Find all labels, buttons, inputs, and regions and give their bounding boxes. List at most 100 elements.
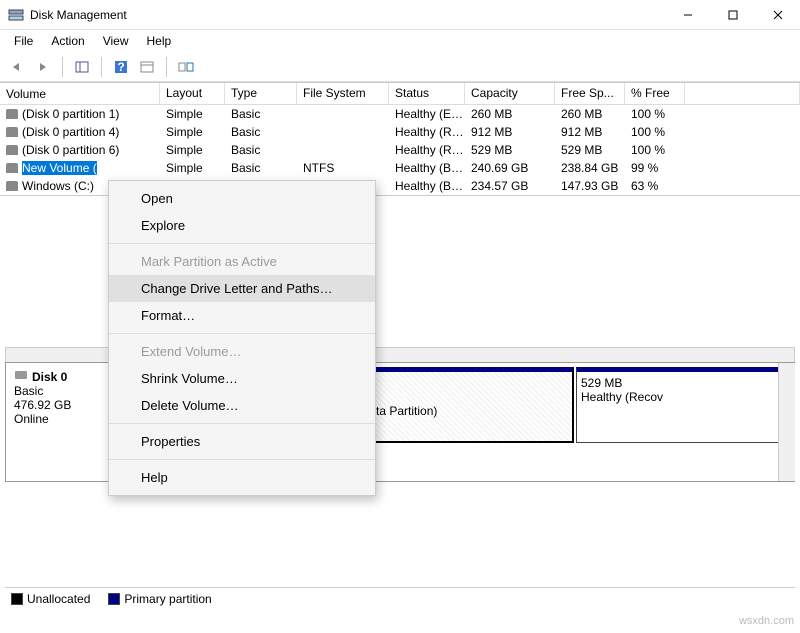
volume-cell: (Disk 0 partition 4) [0,124,160,140]
cell: Simple [160,124,225,140]
cell: 147.93 GB [555,178,625,194]
cell: 912 MB [555,124,625,140]
swatch-unallocated [11,593,23,605]
cm-format[interactable]: Format… [109,302,375,329]
col-header-volume[interactable]: Volume [0,83,160,104]
legend-primary: Primary partition [108,592,211,606]
col-header-layout[interactable]: Layout [160,83,225,104]
disk-size: 476.92 GB [14,398,109,412]
detail-view-button[interactable] [136,56,158,78]
close-button[interactable] [755,0,800,30]
cell: 99 % [625,160,685,176]
disk-name: Disk 0 [32,370,67,384]
cell: 100 % [625,142,685,158]
drive-icon [6,181,18,191]
cm-extend-volume: Extend Volume… [109,338,375,365]
disk-info: Disk 0 Basic 476.92 GB Online [6,363,118,453]
col-header-capacity[interactable]: Capacity [465,83,555,104]
volume-row[interactable]: (Disk 0 partition 4)SimpleBasicHealthy (… [0,123,800,141]
cell: 529 MB [555,142,625,158]
svg-text:?: ? [117,60,124,74]
swatch-primary [108,593,120,605]
drive-icon [6,109,18,119]
toolbar-separator [101,57,102,77]
menu-file[interactable]: File [6,32,41,50]
cell: 529 MB [465,142,555,158]
volume-row[interactable]: (Disk 0 partition 1) SimpleBasic Healthy (… [0,105,800,123]
volume-cell: New Volume ( [0,160,160,176]
cell: Healthy (B… [389,178,465,194]
legend: Unallocated Primary partition [5,587,795,609]
cm-change-drive-letter[interactable]: Change Drive Letter and Paths… [109,275,375,302]
volume-name: New Volume ( [22,161,97,175]
back-button[interactable] [6,56,28,78]
watermark: wsxdn.com [739,615,794,627]
cm-help[interactable]: Help [109,464,375,491]
col-header-pctfree[interactable]: % Free [625,83,685,104]
partition-block[interactable]: 529 MB Healthy (Recov [576,367,792,443]
legend-unallocated: Unallocated [11,592,90,606]
maximize-button[interactable] [710,0,755,30]
cm-separator [109,459,375,460]
volume-row[interactable]: New Volume (SimpleBasicNTFSHealthy (B…24… [0,159,800,177]
volume-name: (Disk 0 partition 1) [22,107,119,121]
col-header-status[interactable]: Status [389,83,465,104]
cell: 238.84 GB [555,160,625,176]
cm-separator [109,243,375,244]
cm-properties[interactable]: Properties [109,428,375,455]
cm-mark-active: Mark Partition as Active [109,248,375,275]
disk-panel-vscroll[interactable] [778,363,795,481]
minimize-button[interactable] [665,0,710,30]
cell [297,131,389,133]
cell: 240.69 GB [465,160,555,176]
cell: 260 MB [555,106,625,122]
cell: Basic [225,142,297,158]
cell: 100 % [625,106,685,122]
menubar: File Action View Help [0,30,800,52]
toolbar: ? [0,52,800,82]
cm-explore[interactable]: Explore [109,212,375,239]
cell: Healthy (B… [389,160,465,176]
cell: 912 MB [465,124,555,140]
help-icon[interactable]: ? [110,56,132,78]
cm-separator [109,333,375,334]
col-header-spacer [685,83,800,104]
forward-button[interactable] [32,56,54,78]
drive-icon [6,163,18,173]
cell: Simple [160,106,225,122]
volume-cell: (Disk 0 partition 6) [0,142,160,158]
window-title: Disk Management [30,8,665,22]
volume-name: Windows (C:) [22,179,94,193]
cm-shrink-volume[interactable]: Shrink Volume… [109,365,375,392]
disk-view-button[interactable] [175,56,197,78]
list-view-button[interactable] [71,56,93,78]
menu-action[interactable]: Action [43,32,92,50]
menu-help[interactable]: Help [139,32,180,50]
disk-icon [14,369,28,384]
toolbar-separator [166,57,167,77]
col-header-filesystem[interactable]: File System [297,83,389,104]
cell: Basic [225,160,297,176]
cell: 63 % [625,178,685,194]
cell: Healthy (R… [389,142,465,158]
cell: Simple [160,160,225,176]
drive-icon [6,127,18,137]
col-header-free[interactable]: Free Sp... [555,83,625,104]
cell: 100 % [625,124,685,140]
cell: Basic [225,106,297,122]
volume-list: Volume Layout Type File System Status Ca… [0,82,800,196]
cm-delete-volume[interactable]: Delete Volume… [109,392,375,419]
col-header-type[interactable]: Type [225,83,297,104]
cell: Basic [225,124,297,140]
cell [297,113,389,115]
menu-view[interactable]: View [95,32,137,50]
cell: 234.57 GB [465,178,555,194]
disk-type: Basic [14,384,109,398]
cell: Healthy (E… [389,106,465,122]
volume-row[interactable]: (Disk 0 partition 6)SimpleBasicHealthy (… [0,141,800,159]
drive-icon [6,145,18,155]
cm-open[interactable]: Open [109,185,375,212]
cm-separator [109,423,375,424]
column-headers: Volume Layout Type File System Status Ca… [0,83,800,105]
volume-name: (Disk 0 partition 4) [22,125,119,139]
